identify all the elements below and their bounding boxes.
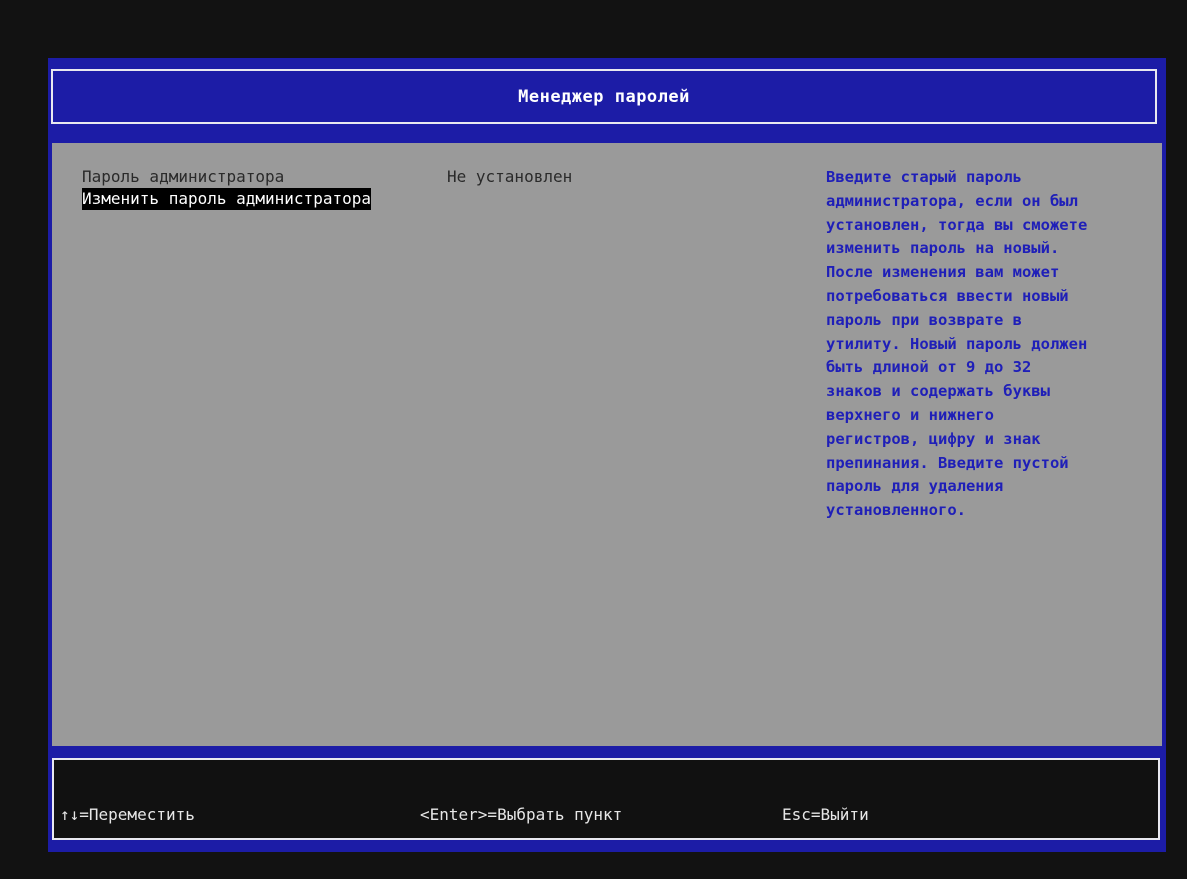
admin-password-label: Пароль администратора [82, 167, 285, 186]
content-panel: Пароль администратора Не установлен Изме… [52, 143, 1162, 746]
title-bar: Менеджер паролей [51, 69, 1157, 124]
hint-esc-exit: Esc=Выйти [782, 805, 869, 824]
admin-password-status: Не установлен [447, 167, 573, 186]
change-admin-password-item[interactable]: Изменить пароль администратора [82, 188, 371, 210]
hint-enter-select: <Enter>=Выбрать пункт [420, 805, 623, 824]
setup-frame: Менеджер паролей Пароль администратора Н… [48, 58, 1166, 852]
status-bar: ↑↓=Переместить <Enter>=Выбрать пункт Esc… [52, 758, 1160, 840]
bios-screen: Менеджер паролей Пароль администратора Н… [0, 0, 1187, 879]
page-title: Менеджер паролей [518, 86, 690, 107]
help-text: Введите старый пароль администратора, ес… [826, 168, 1088, 520]
hint-move: ↑↓=Переместить [60, 805, 195, 824]
